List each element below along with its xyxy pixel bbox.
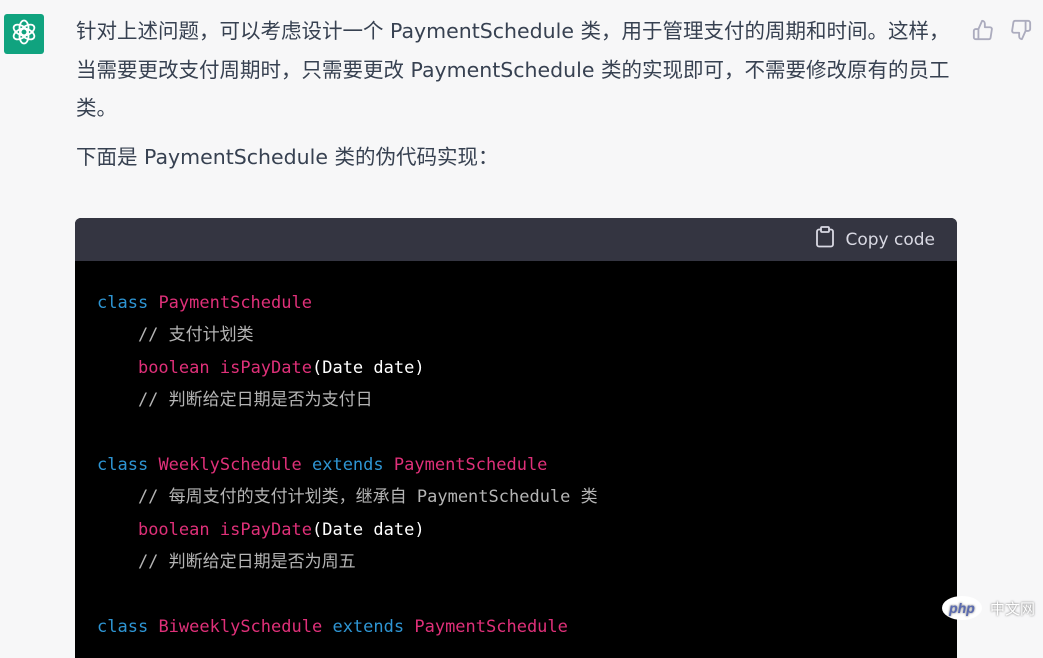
code-line: class PaymentSchedule [97, 287, 935, 319]
code-token: PaymentSchedule [393, 454, 548, 475]
code-block-header: Copy code [75, 218, 957, 261]
code-token: isPayDate [219, 357, 312, 378]
code-token: // 支付计划类 [97, 325, 254, 346]
code-token: WeeklySchedule [158, 454, 302, 475]
code-block: Copy code class PaymentSchedule // 支付计划类… [75, 218, 957, 658]
code-token: // 判断给定日期是否为周五 [97, 552, 356, 573]
code-content: class PaymentSchedule // 支付计划类 boolean i… [75, 261, 957, 643]
site-watermark: php 中文网 [941, 596, 1035, 620]
code-token: class [97, 616, 149, 637]
code-token: BiweeklySchedule [158, 616, 323, 637]
thumbs-up-icon[interactable] [971, 18, 995, 42]
code-token: PaymentSchedule [414, 616, 568, 637]
code-token: // 每周支付的支付计划类，继承自 PaymentSchedule 类 [97, 487, 598, 508]
code-token: boolean [137, 519, 210, 540]
code-line: class BiweeklySchedule extends PaymentSc… [97, 611, 935, 643]
openai-logo-icon [10, 18, 38, 50]
code-token: extends [332, 616, 405, 637]
code-token: extends [311, 454, 384, 475]
code-line: // 判断给定日期是否为支付日 [97, 384, 935, 416]
watermark-badge: php [941, 596, 982, 620]
feedback-buttons [971, 18, 1033, 42]
code-token: (Date date) [311, 357, 425, 378]
code-line: boolean isPayDate(Date date) [97, 514, 935, 546]
code-line: class WeeklySchedule extends PaymentSche… [97, 449, 935, 481]
code-token: class [97, 293, 149, 313]
code-token: isPayDate [219, 519, 312, 540]
code-token: // 判断给定日期是否为支付日 [97, 390, 373, 411]
thumbs-down-icon[interactable] [1009, 18, 1033, 42]
code-token: boolean [137, 357, 210, 378]
clipboard-icon [815, 226, 835, 253]
copy-code-label: Copy code [845, 229, 935, 250]
code-token: (Date date) [311, 519, 425, 540]
code-line: // 每周支付的支付计划类，继承自 PaymentSchedule 类 [97, 481, 935, 513]
code-line: // 支付计划类 [97, 319, 935, 351]
message-paragraph-intro: 下面是 PaymentSchedule 类的伪代码实现： [76, 144, 499, 169]
watermark-text: 中文网 [989, 599, 1035, 618]
code-line: // 判断给定日期是否为周五 [97, 546, 935, 578]
assistant-avatar [4, 14, 44, 54]
copy-code-button[interactable]: Copy code [815, 226, 935, 253]
assistant-message: 针对上述问题，可以考虑设计一个 PaymentSchedule 类，用于管理支付… [76, 12, 956, 176]
code-token: class [97, 454, 149, 475]
message-paragraph: 针对上述问题，可以考虑设计一个 PaymentSchedule 类，用于管理支付… [76, 19, 950, 120]
code-token: PaymentSchedule [158, 293, 312, 313]
code-line: boolean isPayDate(Date date) [97, 352, 935, 384]
